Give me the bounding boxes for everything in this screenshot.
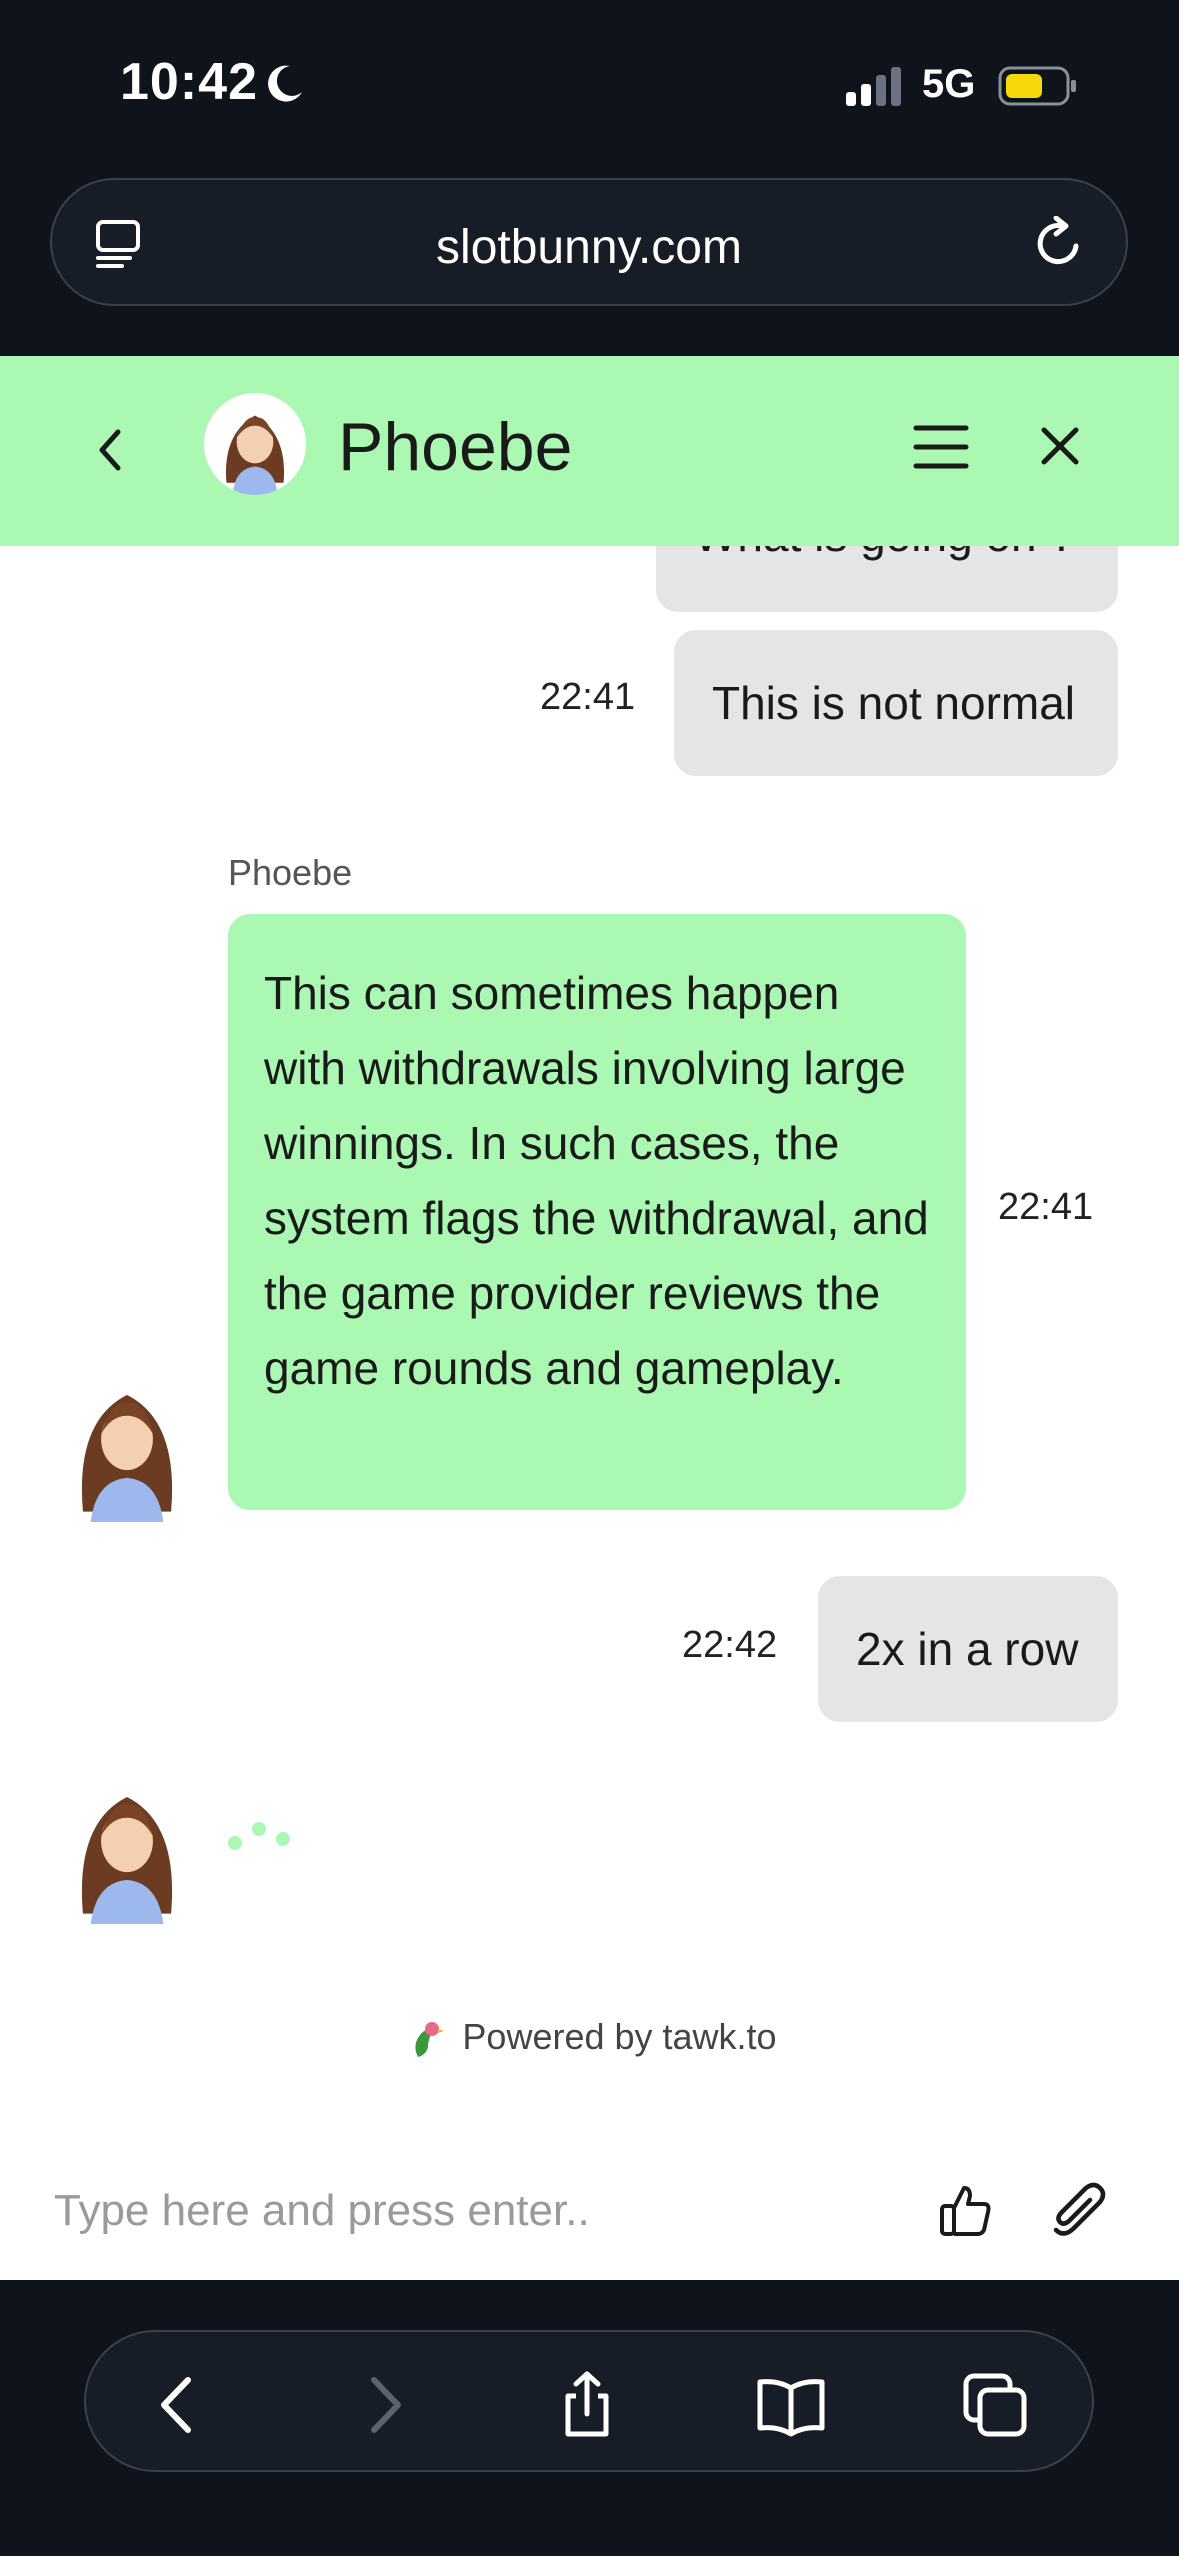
agent-avatar: [62, 1382, 192, 1522]
address-bar[interactable]: slotbunny.com: [50, 178, 1128, 306]
message-time: 22:41: [540, 676, 636, 718]
message-input[interactable]: [52, 2170, 876, 2252]
chat-messages[interactable]: 22:41 What is going on ? 22:41 This is n…: [0, 546, 1179, 2280]
typing-indicator-dot: [252, 1822, 266, 1836]
battery-icon: [998, 66, 1076, 106]
attachment-icon[interactable]: [1048, 2180, 1108, 2240]
agent-message: This can sometimes happen with withdrawa…: [228, 914, 966, 1510]
browser-back-icon[interactable]: [144, 2370, 214, 2440]
visitor-message: What is going on ?: [656, 546, 1118, 612]
agent-sender-name: Phoebe: [228, 852, 353, 893]
share-icon[interactable]: [552, 2370, 622, 2440]
powered-by-label[interactable]: Powered by tawk.to: [462, 2016, 776, 2057]
tawk-parrot-icon: [415, 2022, 445, 2058]
agent-avatar: [204, 393, 306, 495]
visitor-message: This is not normal: [674, 630, 1118, 776]
reload-icon[interactable]: [1032, 216, 1086, 270]
powered-by[interactable]: Powered by tawk.to: [0, 2016, 1179, 2061]
agent-avatar: [62, 1784, 192, 1924]
thumbs-up-icon[interactable]: [938, 2182, 994, 2238]
message-time: 22:41: [998, 1186, 1094, 1228]
signal-icon: [846, 67, 901, 106]
menu-icon[interactable]: [912, 422, 970, 472]
browser-toolbar: [84, 2330, 1094, 2472]
visitor-message: 2x in a row: [818, 1576, 1118, 1722]
status-time: 10:42: [120, 53, 258, 111]
network-label: 5G: [922, 62, 976, 106]
message-time: 22:42: [682, 1624, 778, 1666]
back-chevron-icon[interactable]: [88, 420, 132, 480]
moon-icon: [268, 65, 302, 102]
message-time: 22:41: [518, 546, 613, 555]
typing-indicator-dot: [276, 1832, 290, 1846]
chat-header: Phoebe: [0, 356, 1179, 546]
browser-forward-icon[interactable]: [348, 2370, 418, 2440]
close-icon[interactable]: [1038, 424, 1082, 468]
bookmarks-icon[interactable]: [756, 2370, 826, 2440]
url-text[interactable]: slotbunny.com: [52, 220, 1126, 275]
agent-name: Phoebe: [338, 409, 573, 485]
browser-bottom-chrome: [0, 2280, 1179, 2556]
message-composer: [0, 2140, 1179, 2280]
tabs-icon[interactable]: [960, 2370, 1030, 2440]
browser-top-chrome: 10:42 5G slotbunny.com: [0, 0, 1179, 356]
typing-indicator-dot: [228, 1836, 242, 1850]
